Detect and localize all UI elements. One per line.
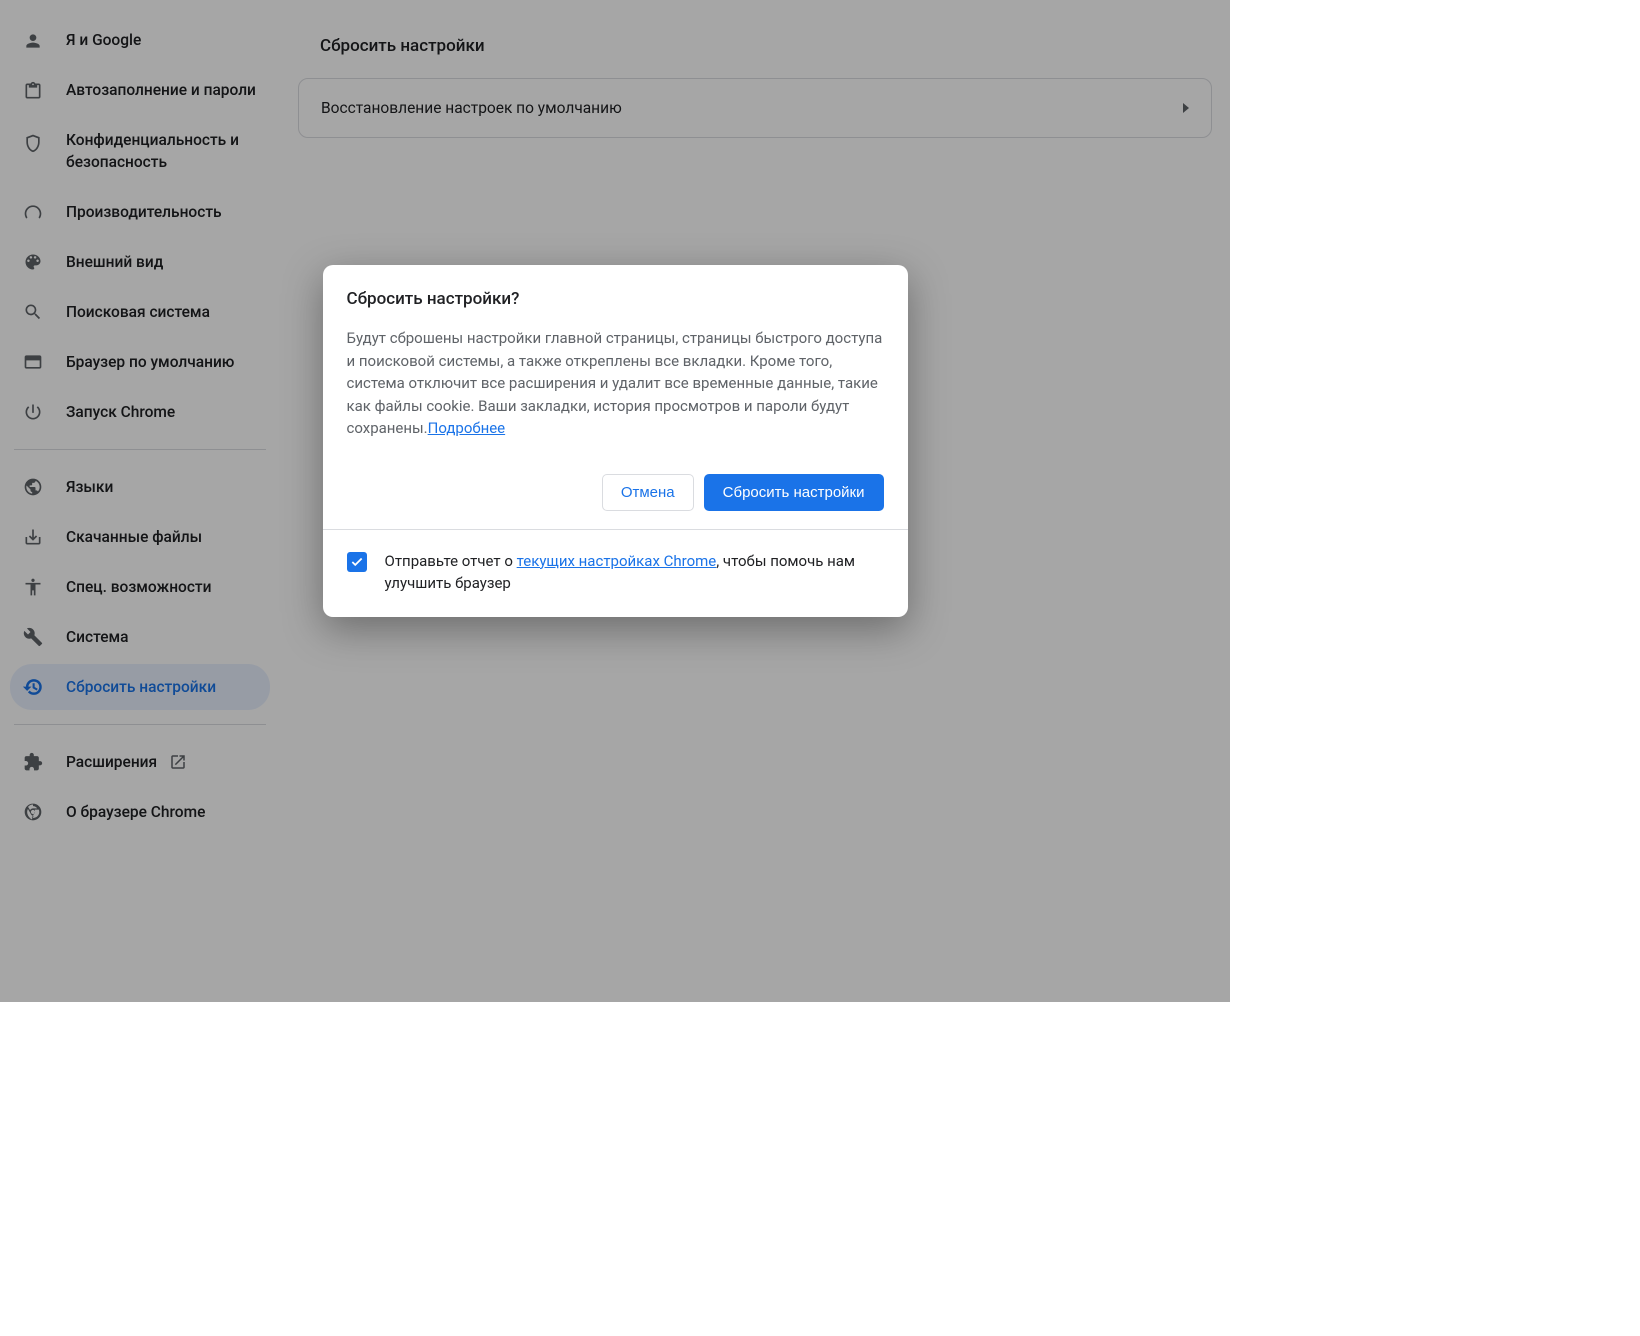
dialog-description: Будут сброшены настройки главной страниц… (347, 327, 884, 440)
footer-text: Отправьте отчет о текущих настройках Chr… (385, 550, 884, 595)
learn-more-link[interactable]: Подробнее (428, 419, 506, 437)
dialog-title: Сбросить настройки? (347, 289, 884, 309)
send-report-checkbox[interactable] (347, 552, 367, 572)
dialog-footer: Отправьте отчет о текущих настройках Chr… (323, 529, 908, 617)
footer-prefix: Отправьте отчет о (385, 552, 517, 570)
cancel-button[interactable]: Отмена (602, 474, 694, 511)
reset-dialog: Сбросить настройки? Будут сброшены настр… (323, 265, 908, 617)
dialog-actions: Отмена Сбросить настройки (323, 460, 908, 529)
reset-confirm-button[interactable]: Сбросить настройки (704, 474, 884, 511)
modal-overlay[interactable]: Сбросить настройки? Будут сброшены настр… (0, 0, 1230, 1002)
current-settings-link[interactable]: текущих настройках Chrome (517, 552, 717, 570)
check-icon (350, 555, 364, 569)
dialog-body: Сбросить настройки? Будут сброшены настр… (323, 265, 908, 460)
